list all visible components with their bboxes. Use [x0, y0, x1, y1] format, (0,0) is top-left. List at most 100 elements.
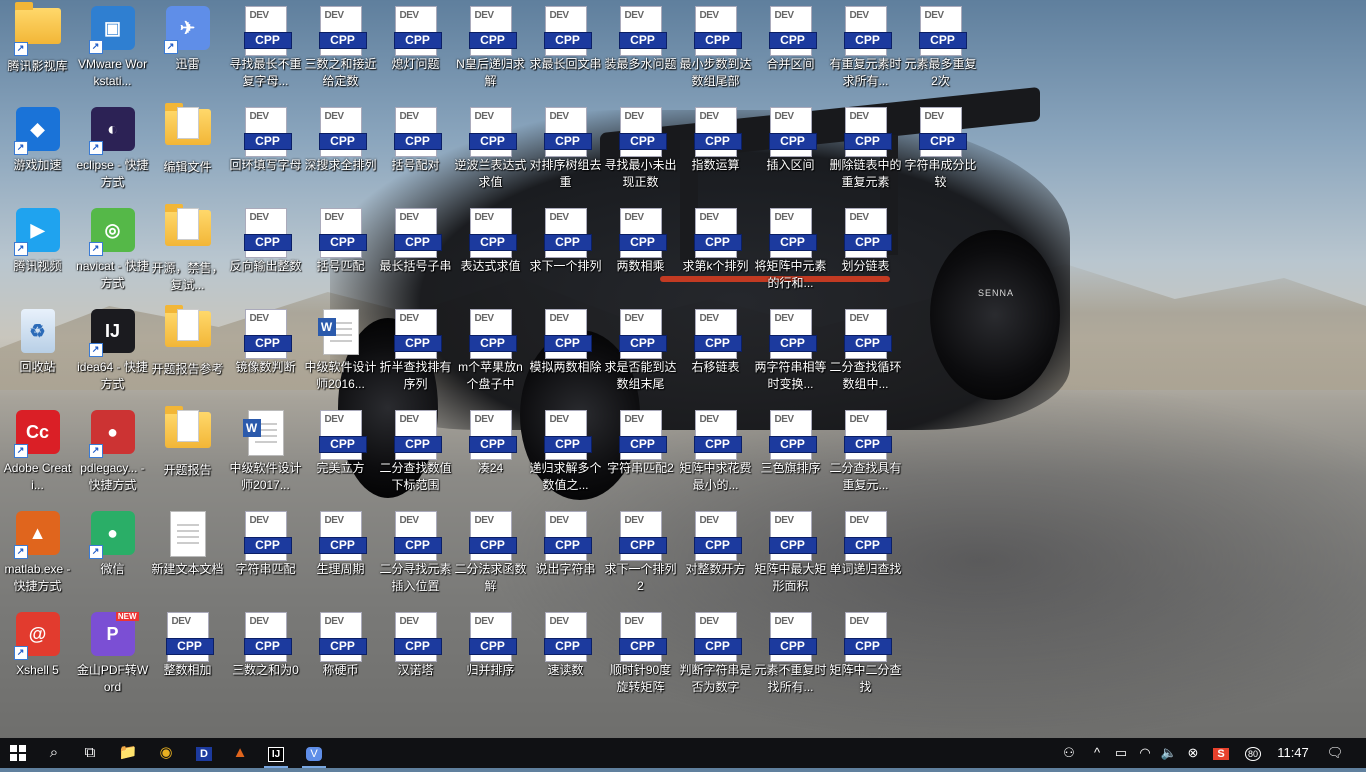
desktop-icon[interactable]: DEV CPP 判断字符串是否为数字: [678, 606, 753, 707]
desktop-icon[interactable]: DEV CPP N皇后递归求解: [453, 0, 528, 101]
desktop-icon[interactable]: DEV CPP 字符串匹配: [228, 505, 303, 606]
desktop-icon[interactable]: DEV CPP 表达式求值: [453, 202, 528, 303]
desktop-icon[interactable]: ● ↗ pdlegacy... - 快捷方式: [75, 404, 150, 505]
taskbar-intellij[interactable]: IJ: [258, 738, 294, 768]
desktop-icon[interactable]: ✈ ↗ 迅雷: [150, 0, 225, 101]
taskbar-devcpp[interactable]: D: [186, 738, 222, 768]
people-button[interactable]: ⚇: [1056, 738, 1082, 768]
taskbar-vmware[interactable]: V: [296, 738, 332, 768]
desktop-icon[interactable]: DEV CPP 二分寻找元素插入位置: [378, 505, 453, 606]
desktop-icon[interactable]: 开源，禁售，复试...: [150, 202, 225, 303]
show-hidden-icons-button[interactable]: ^: [1086, 738, 1108, 768]
desktop-icon[interactable]: DEV CPP 三色旗排序: [753, 404, 828, 505]
desktop-icon[interactable]: DEV CPP 装最多水问题: [603, 0, 678, 101]
desktop-icon[interactable]: DEV CPP 说出字符串: [528, 505, 603, 606]
desktop-icon[interactable]: DEV CPP 二分查找数值下标范围: [378, 404, 453, 505]
desktop-icon[interactable]: DEV CPP 回环填写字母: [228, 101, 303, 202]
desktop-icon[interactable]: DEV CPP 深搜求全排列: [303, 101, 378, 202]
desktop-icon[interactable]: DEV CPP 求最长回文串: [528, 0, 603, 101]
desktop-icon[interactable]: DEV CPP 有重复元素时求所有...: [828, 0, 903, 101]
desktop-icon[interactable]: DEV CPP 插入区间: [753, 101, 828, 202]
search-button[interactable]: ⌕: [36, 738, 72, 768]
desktop-icon[interactable]: DEV CPP 元素不重复时找所有...: [753, 606, 828, 707]
desktop-icon[interactable]: DEV CPP 二分查找具有重复元...: [828, 404, 903, 505]
desktop-icon[interactable]: DEV CPP 三数之和为0: [228, 606, 303, 707]
desktop-icon[interactable]: W 中级软件设计师2017...: [228, 404, 303, 505]
taskbar-chrome[interactable]: ◉: [148, 738, 184, 768]
desktop-icon[interactable]: W 中级软件设计师2016...: [303, 303, 378, 404]
desktop-icon[interactable]: DEV CPP 将矩阵中元素的行和...: [753, 202, 828, 303]
desktop-icon[interactable]: DEV CPP 指数运算: [678, 101, 753, 202]
desktop-icon[interactable]: DEV CPP 字符串匹配2: [603, 404, 678, 505]
desktop-icon[interactable]: DEV CPP 镜像数判断: [228, 303, 303, 404]
desktop-icon[interactable]: DEV CPP 矩阵中最大矩形面积: [753, 505, 828, 606]
desktop-icon[interactable]: DEV CPP 整数相加: [150, 606, 225, 707]
desktop-icon[interactable]: DEV CPP 对排序树组去重: [528, 101, 603, 202]
desktop-icon[interactable]: DEV CPP 矩阵中二分查找: [828, 606, 903, 707]
desktop-icon[interactable]: DEV CPP 求第k个排列: [678, 202, 753, 303]
desktop-icon[interactable]: ▲ ↗ matlab.exe - 快捷方式: [0, 505, 75, 606]
desktop-icon[interactable]: ▣ ↗ VMware Workstati...: [75, 0, 150, 101]
desktop-icon[interactable]: DEV CPP 寻找最长不重复字母...: [228, 0, 303, 101]
desktop-icon[interactable]: DEV CPP 两字符串相等时变换...: [753, 303, 828, 404]
desktop-icon[interactable]: DEV CPP 反向输出整数: [228, 202, 303, 303]
task-view-button[interactable]: ⧉: [72, 738, 108, 768]
desktop-icon[interactable]: 新建文本文档: [150, 505, 225, 606]
desktop-icon[interactable]: DEV CPP 逆波兰表达式求值: [453, 101, 528, 202]
desktop-icon[interactable]: DEV CPP 元素最多重复2次: [903, 0, 978, 101]
desktop-icon[interactable]: ◎ ↗ navicat - 快捷方式: [75, 202, 150, 303]
tray-app-button[interactable]: ⊗: [1182, 738, 1204, 768]
desktop-icon[interactable]: @ ↗ Xshell 5: [0, 606, 75, 707]
sogou-input-button[interactable]: S: [1210, 738, 1232, 768]
clock[interactable]: 11:47: [1270, 738, 1316, 768]
battery-button[interactable]: ▭: [1110, 738, 1132, 768]
desktop-icon[interactable]: DEV CPP 右移链表: [678, 303, 753, 404]
desktop-icon[interactable]: DEV CPP 凑24: [453, 404, 528, 505]
desktop-icon[interactable]: DEV CPP 删除链表中的重复元素: [828, 101, 903, 202]
desktop-icon[interactable]: DEV CPP 折半查找排有序列: [378, 303, 453, 404]
desktop-icon[interactable]: DEV CPP 字符串成分比较: [903, 101, 978, 202]
desktop-icon[interactable]: DEV CPP 三数之和接近给定数: [303, 0, 378, 101]
desktop-icon[interactable]: ♻ 回收站: [0, 303, 75, 404]
desktop-icon[interactable]: DEV CPP 模拟两数相除: [528, 303, 603, 404]
desktop-icon[interactable]: 编辑文件: [150, 101, 225, 202]
desktop-icon[interactable]: DEV CPP m个苹果放n个盘子中: [453, 303, 528, 404]
desktop-icon[interactable]: ↗ 腾讯影视库: [0, 0, 75, 101]
desktop-icon[interactable]: DEV CPP 完美立方: [303, 404, 378, 505]
desktop-icon[interactable]: DEV CPP 熄灯问题: [378, 0, 453, 101]
desktop-icon[interactable]: DEV CPP 最长括号子串: [378, 202, 453, 303]
desktop-icon[interactable]: DEV CPP 速读数: [528, 606, 603, 707]
desktop-icon[interactable]: DEV CPP 单词递归查找: [828, 505, 903, 606]
desktop-icon[interactable]: ▶ ↗ 腾讯视频: [0, 202, 75, 303]
desktop-icon[interactable]: DEV CPP 二分查找循环数组中...: [828, 303, 903, 404]
desktop-icon[interactable]: DEV CPP 二分法求函数解: [453, 505, 528, 606]
desktop-icon[interactable]: DEV CPP 归并排序: [453, 606, 528, 707]
network-button[interactable]: ◠: [1134, 738, 1156, 768]
desktop-icon[interactable]: DEV CPP 最小步数到达数组尾部: [678, 0, 753, 101]
desktop-icon[interactable]: DEV CPP 求下一个排列2: [603, 505, 678, 606]
desktop-icon[interactable]: DEV CPP 寻找最小未出现正数: [603, 101, 678, 202]
desktop-icon[interactable]: DEV CPP 合并区间: [753, 0, 828, 101]
desktop-icon[interactable]: IJ ↗ idea64 - 快捷方式: [75, 303, 150, 404]
desktop-icon[interactable]: DEV CPP 顺时针90度旋转矩阵: [603, 606, 678, 707]
desktop-icon[interactable]: DEV CPP 划分链表: [828, 202, 903, 303]
desktop-icon[interactable]: DEV CPP 矩阵中求花费最小的...: [678, 404, 753, 505]
desktop-icon[interactable]: ◐ ↗ eclipse - 快捷方式: [75, 101, 150, 202]
desktop-icon[interactable]: DEV CPP 汉诺塔: [378, 606, 453, 707]
tray-badge-button[interactable]: 80: [1242, 738, 1264, 768]
desktop-icon[interactable]: DEV CPP 括号匹配: [303, 202, 378, 303]
desktop-icon[interactable]: DEV CPP 求是否能到达数组末尾: [603, 303, 678, 404]
desktop-icon[interactable]: DEV CPP 称硬币: [303, 606, 378, 707]
action-center-button[interactable]: 🗨: [1320, 738, 1350, 768]
desktop-icon[interactable]: ● ↗ 微信: [75, 505, 150, 606]
volume-button[interactable]: 🔈: [1158, 738, 1180, 768]
taskbar-app[interactable]: ▲: [222, 738, 258, 768]
desktop-icon[interactable]: DEV CPP 递归求解多个数值之...: [528, 404, 603, 505]
desktop-icon[interactable]: DEV CPP 求下一个排列: [528, 202, 603, 303]
desktop-icon[interactable]: DEV CPP 两数相乘: [603, 202, 678, 303]
desktop-icon[interactable]: 开题报告参考: [150, 303, 225, 404]
taskbar-file-explorer[interactable]: 📁: [110, 738, 146, 768]
desktop-icon[interactable]: Cc ↗ Adobe Creati...: [0, 404, 75, 505]
desktop-icon[interactable]: ◆ ↗ 游戏加速: [0, 101, 75, 202]
desktop-icon[interactable]: 开题报告: [150, 404, 225, 505]
